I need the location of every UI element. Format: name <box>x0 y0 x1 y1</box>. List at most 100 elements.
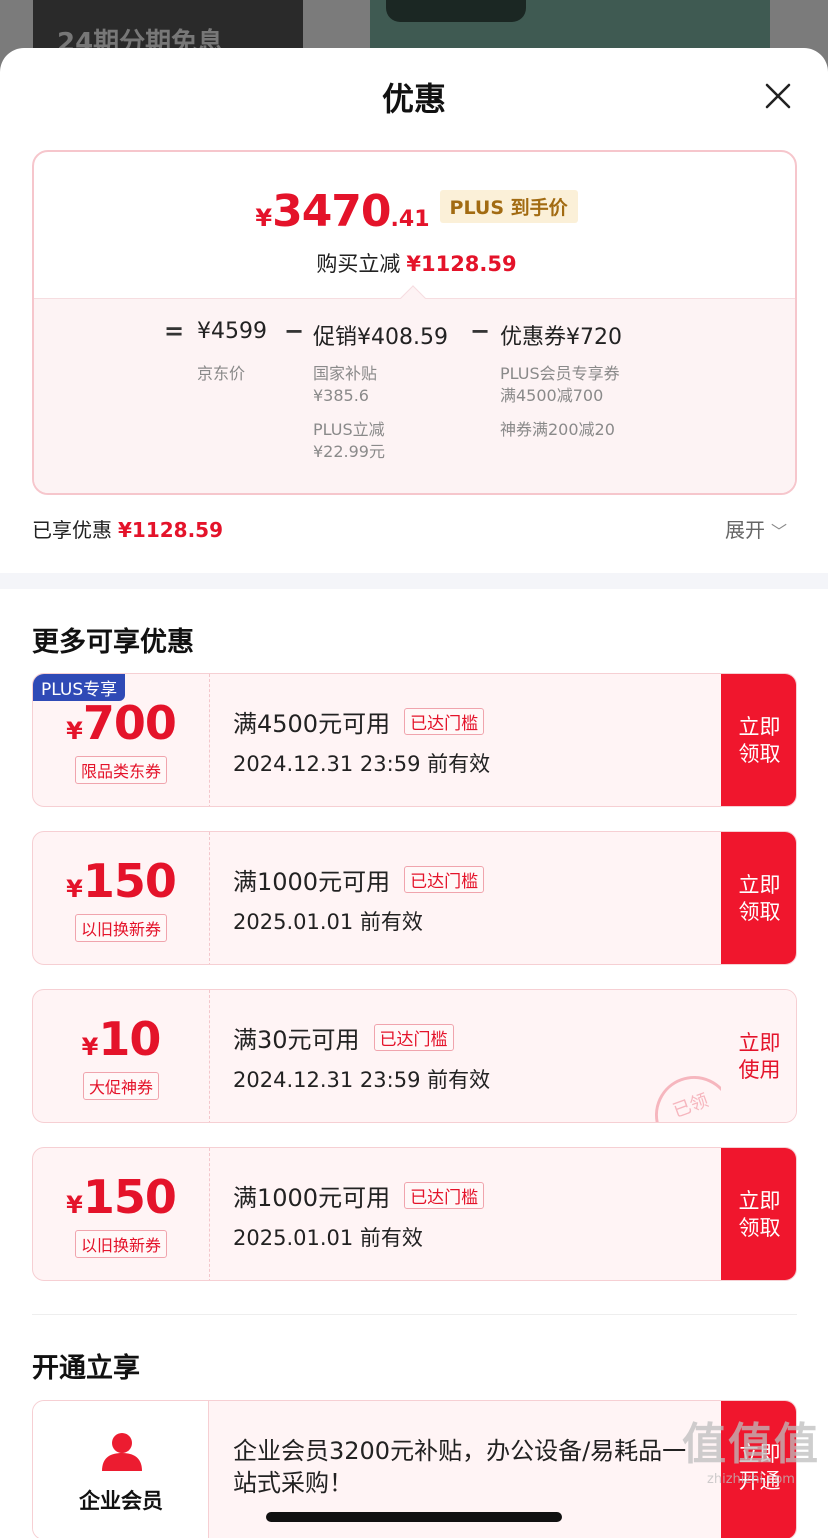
member-description: 企业会员3200元补贴，办公设备/易耗品一站式采购！ <box>233 1437 687 1497</box>
coupon-currency: ¥ <box>81 1033 99 1061</box>
coupon-item-name: PLUS会员专享券 <box>500 364 620 383</box>
coupon-amount: ¥10 <box>33 1012 209 1066</box>
coupon-amount: ¥700 <box>33 696 209 750</box>
action-line: 立即 <box>738 1031 781 1055</box>
more-discounts-title: 更多可享优惠 <box>32 627 194 658</box>
coupon-card: ¥150 以旧换新券 满1000元可用 已达门槛 2025.01.01 前有效 立… <box>32 1147 797 1281</box>
purchase-discount-label: 购买立减 <box>316 252 401 276</box>
product-camera <box>386 0 526 22</box>
enjoyed-discount: 已享优惠 ¥1128.59 <box>32 514 223 543</box>
action-line: 领取 <box>738 900 781 924</box>
price-breakdown: = ¥4599 京东价 − 促销¥408.59 国家补贴 ¥385.6 PLUS… <box>34 285 795 493</box>
coupon-condition: 满1000元可用 已达门槛 <box>233 1178 485 1213</box>
enjoyed-label: 已享优惠 <box>32 518 112 542</box>
claim-coupon-button[interactable]: 立即 领取 <box>721 832 796 964</box>
coupon-item: 神券满200减20 <box>500 419 615 441</box>
close-button[interactable] <box>760 78 796 114</box>
use-coupon-button[interactable]: 立即 使用 <box>721 990 796 1122</box>
coupon-card: ¥150 以旧换新券 满1000元可用 已达门槛 2025.01.01 前有效 立… <box>32 831 797 965</box>
expand-button[interactable]: 展开 ﹀ <box>725 514 787 543</box>
coupon-condition-text: 满30元可用 <box>233 1026 360 1054</box>
coupon-condition: 满1000元可用 已达门槛 <box>233 862 485 897</box>
coupon-amount: ¥150 <box>33 1170 209 1224</box>
enjoyed-amount: ¥1128.59 <box>118 518 224 542</box>
coupon-condition-text: 满1000元可用 <box>233 1184 391 1212</box>
threshold-reached-badge: 已达门槛 <box>404 708 485 735</box>
coupon-currency: ¥ <box>66 1191 83 1219</box>
promo-item: 国家补贴 ¥385.6 <box>313 363 377 407</box>
coupon-value-area: ¥150 以旧换新券 <box>33 1148 209 1280</box>
breakdown-notch <box>400 285 426 311</box>
coupon-amount-value: 700 <box>82 696 177 750</box>
coupon-separator <box>209 832 210 964</box>
promo-item-name: 国家补贴 <box>313 364 378 383</box>
action-line: 立即 <box>738 1189 781 1213</box>
watermark-logo-text: 值值值 <box>682 1419 820 1470</box>
promo-item-value: ¥385.6 <box>313 386 369 405</box>
minus-sign-2: − <box>470 317 491 345</box>
open-membership-title: 开通立享 <box>32 1353 140 1384</box>
plus-price-tag: PLUS 到手价 <box>439 190 578 223</box>
coupon-currency: ¥ <box>66 717 83 745</box>
coupon-type: 大促神券 <box>82 1072 160 1100</box>
coupon-amount-value: 10 <box>98 1012 161 1066</box>
coupon-validity: 2024.12.31 23:59 前有效 <box>233 752 491 776</box>
price-summary-card: ¥3470.41 PLUS 到手价 购买立减 ¥1128.59 = ¥4599 京东… <box>32 150 797 495</box>
threshold-reached-badge: 已达门槛 <box>373 1024 454 1051</box>
coupon-value-area: ¥10 大促神券 <box>33 990 209 1122</box>
coupon-currency: ¥ <box>66 875 83 903</box>
threshold-reached-badge: 已达门槛 <box>404 866 485 893</box>
coupon-item-value: 满4500减700 <box>500 386 604 405</box>
coupon-item-name: 神券满200减20 <box>500 420 615 439</box>
close-icon <box>765 83 791 109</box>
section-divider-line <box>32 1314 797 1315</box>
jd-price-label: 京东价 <box>197 364 246 383</box>
member-label: 企业会员 <box>79 1489 163 1513</box>
price-currency: ¥ <box>255 204 273 232</box>
claim-coupon-button[interactable]: 立即 领取 <box>721 674 796 806</box>
action-line: 立即 <box>738 873 781 897</box>
expand-label: 展开 <box>725 518 765 542</box>
action-line: 使用 <box>738 1058 781 1082</box>
threshold-reached-badge: 已达门槛 <box>404 1182 485 1209</box>
coupon-total: 优惠券¥720 <box>500 325 622 350</box>
coupon-condition-text: 满1000元可用 <box>233 868 391 896</box>
coupon-condition: 满4500元可用 已达门槛 <box>233 704 485 739</box>
section-divider <box>0 573 828 589</box>
final-price-integer: 3470 <box>272 186 391 237</box>
coupon-type: 以旧换新券 <box>74 914 168 942</box>
promo-total: 促销¥408.59 <box>313 325 448 350</box>
coupon-type: 限品类东券 <box>74 756 168 784</box>
purchase-discount-line: 购买立减 ¥1128.59 <box>34 248 795 278</box>
jd-price: ¥4599 <box>197 319 267 344</box>
promo-item-name: PLUS立减 <box>313 420 385 439</box>
action-line: 领取 <box>738 742 781 766</box>
coupon-amount: ¥150 <box>33 854 209 908</box>
site-watermark: 值值值 zhizhizhi.com <box>676 1408 826 1487</box>
equals-sign: = <box>164 317 185 345</box>
member-icon-area: 企业会员 <box>33 1401 209 1538</box>
claim-coupon-button[interactable]: 立即 领取 <box>721 1148 796 1280</box>
coupon-condition: 满30元可用 已达门槛 <box>233 1020 454 1055</box>
chevron-down-icon: ﹀ <box>771 522 788 541</box>
watermark-url: zhizhizhi.com <box>707 1472 795 1487</box>
coupon-item: PLUS会员专享券 满4500减700 <box>500 363 620 407</box>
coupon-separator <box>209 674 210 806</box>
coupon-condition-text: 满4500元可用 <box>233 710 391 738</box>
coupon-amount-value: 150 <box>82 1170 177 1224</box>
final-price-row: ¥3470.41 PLUS 到手价 <box>34 186 795 237</box>
coupon-separator <box>209 1148 210 1280</box>
coupon-amount-value: 150 <box>82 854 177 908</box>
home-indicator <box>266 1512 562 1522</box>
coupon-validity: 2025.01.01 前有效 <box>233 910 423 934</box>
action-line: 立即 <box>738 715 781 739</box>
discount-sheet: 优惠 ¥3470.41 PLUS 到手价 购买立减 ¥1128.59 = ¥4599… <box>0 48 828 1538</box>
plus-exclusive-badge: PLUS专享 <box>33 674 126 701</box>
promo-item: PLUS立减 ¥22.99元 <box>313 419 385 463</box>
coupon-separator <box>209 990 210 1122</box>
coupon-type: 以旧换新券 <box>74 1230 168 1258</box>
coupon-value-area: ¥150 以旧换新券 <box>33 832 209 964</box>
sheet-title: 优惠 <box>381 80 446 118</box>
coupon-card: ¥10 大促神券 满30元可用 已达门槛 2024.12.31 23:59 前有效… <box>32 989 797 1123</box>
minus-sign-1: − <box>284 317 305 345</box>
